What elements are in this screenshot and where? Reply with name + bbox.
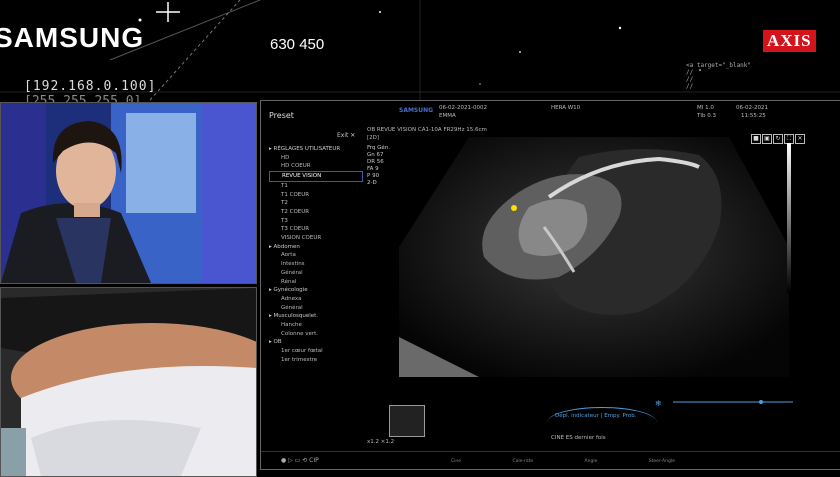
preset-item[interactable]: VISION COEUR — [269, 234, 363, 243]
preset-item[interactable]: T1 COEUR — [269, 191, 363, 200]
param-row: 2-D — [367, 180, 377, 186]
measurement-marker[interactable] — [511, 205, 517, 211]
preset-item[interactable]: Général — [269, 269, 363, 278]
manufacturer-label: SAMSUNG — [399, 107, 434, 114]
depth-slider[interactable] — [673, 397, 803, 407]
preset-item[interactable]: HD — [269, 154, 363, 163]
snowflake-icon[interactable]: ❄ — [655, 399, 662, 408]
preset-item[interactable]: Aorta — [269, 251, 363, 260]
preset-item[interactable]: Adnexa — [269, 295, 363, 304]
category-abdomen[interactable]: ▸ Abdomen — [269, 243, 363, 252]
tis-value: TIb 0.3 — [697, 113, 716, 119]
category-gynecology[interactable]: ▸ Gynécologie — [269, 286, 363, 295]
param-row: Gn 67 — [367, 152, 384, 158]
param-row: Frq Gén. — [367, 145, 391, 151]
preset-item[interactable]: T2 COEUR — [269, 208, 363, 217]
dial-sub-label: CINE ES dernier fois — [551, 435, 606, 441]
grayscale-bar — [787, 143, 791, 293]
dial-label: Dépl. indicateur | Empy. Prob. — [555, 413, 637, 419]
preset-title: Preset — [269, 111, 294, 120]
patient-id: 06-02-2021-0002 — [439, 105, 487, 111]
ultrasound-screen: Preset Exit ✕ SAMSUNG 06-02-2021-0002 EM… — [260, 100, 840, 470]
preset-item[interactable]: 1er trimestre — [269, 356, 363, 365]
close-icon[interactable]: ✕ — [795, 134, 805, 144]
preset-item[interactable]: 1er cœur fœtal — [269, 347, 363, 356]
ip-address: [192.168.0.100] — [24, 79, 157, 94]
patient-name: EMMA — [439, 113, 456, 119]
preset-item[interactable]: T3 COEUR — [269, 225, 363, 234]
param-row: P 90 — [367, 173, 380, 179]
partner-logo: AXIS — [763, 30, 816, 52]
counter-text: 630 450 — [270, 36, 325, 53]
scan-illustration — [1, 288, 256, 476]
category-musculoskeletal[interactable]: ▸ Musculosquelet. — [269, 312, 363, 321]
preset-item[interactable]: Général — [269, 304, 363, 313]
param-row: DR 56 — [367, 159, 384, 165]
playback-controls[interactable]: ● ▷ ▭ ⟲ CIP — [281, 457, 319, 464]
preset-item[interactable]: Intestins — [269, 260, 363, 269]
preset-item[interactable]: T3 — [269, 217, 363, 226]
category-ob[interactable]: ▸ OB — [269, 338, 363, 347]
preset-item[interactable]: Colonne vert. — [269, 330, 363, 339]
mode-tag: [2D] — [367, 135, 380, 141]
preset-item[interactable]: T1 — [269, 182, 363, 191]
preset-item[interactable]: T2 — [269, 199, 363, 208]
scan-video — [0, 287, 257, 477]
preset-item[interactable]: Rénal — [269, 278, 363, 287]
bottom-labels: Cine Cale-rate Angle Steer-Angle — [451, 459, 675, 464]
ultrasound-image — [399, 137, 789, 377]
probe-model: HERA W10 — [551, 105, 581, 111]
scan-params: Frq Gén. Gn 67 DR 56 FA 9 P 90 2-D — [367, 145, 390, 187]
preset-item[interactable]: Hanche — [269, 321, 363, 330]
thumbnail[interactable] — [389, 405, 425, 437]
code-snippet: <a target="_blank" // // // — [686, 62, 752, 90]
subnet-address: [255.255.255.0] — [24, 94, 142, 102]
preset-item-selected[interactable]: REVUE VISION — [269, 171, 363, 182]
param-row: FA 9 — [367, 166, 379, 172]
presenter-video — [0, 102, 257, 284]
time-value: 11:55:25 — [741, 113, 766, 119]
mode-line: OB REVUE VISION CA1-10A FR29Hz 15.6cm — [367, 127, 487, 133]
category-user-settings[interactable]: ▸ RÉGLAGES UTILISATEUR — [269, 145, 363, 154]
control-dial[interactable] — [547, 407, 657, 438]
preset-list: ▸ RÉGLAGES UTILISATEUR HD HD COEUR REVUE… — [269, 145, 363, 365]
date-value: 06-02-2021 — [736, 105, 768, 111]
brand-logo: SAMSUNG — [0, 22, 145, 53]
exit-button[interactable]: Exit ✕ — [337, 132, 355, 139]
mi-value: MI 1.0 — [697, 105, 714, 111]
presenter-illustration — [1, 103, 256, 283]
preset-item[interactable]: HD COEUR — [269, 162, 363, 171]
thumbnail-label: x1.2 ×1.2 — [367, 439, 395, 445]
